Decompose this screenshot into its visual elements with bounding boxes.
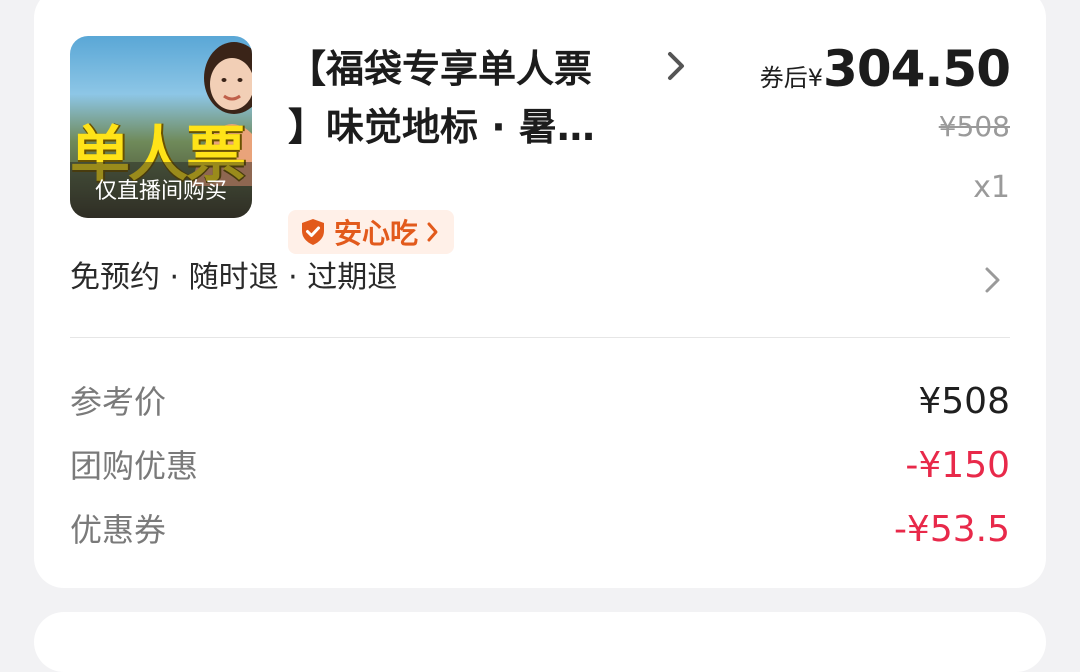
price-prefix: 券后¥: [759, 64, 824, 92]
product-title-line2: 】味觉地标 · 暑…: [288, 105, 595, 149]
breakdown-label: 团购优惠: [70, 447, 199, 485]
divider: [70, 337, 1010, 338]
product-title-line1: 【福袋专享单人票: [288, 47, 593, 91]
chevron-right-icon[interactable]: [662, 46, 690, 86]
price-value: 304.50: [823, 40, 1011, 98]
chevron-right-icon: [427, 222, 438, 242]
price-block: 券后¥ 304.50: [759, 40, 1011, 98]
next-card: [34, 612, 1046, 672]
breakdown-value: ¥508: [918, 381, 1010, 422]
shield-check-icon: [302, 219, 324, 245]
breakdown-row-group-discount: 团购优惠 -¥150: [70, 441, 1010, 491]
quantity: x1: [973, 170, 1010, 205]
product-thumbnail[interactable]: 单人票 仅直播间购买: [70, 36, 252, 218]
breakdown-row-coupon: 优惠券 -¥53.5: [70, 505, 1010, 555]
breakdown-label: 优惠券: [70, 511, 167, 549]
product-title[interactable]: 【福袋专享单人票 】味觉地标 · 暑…: [288, 40, 688, 156]
assurance-badge-label: 安心吃: [334, 217, 419, 250]
breakdown-value: -¥150: [905, 445, 1010, 486]
assurance-badge[interactable]: 安心吃: [288, 210, 455, 254]
chevron-right-icon[interactable]: [982, 264, 1004, 296]
refund-policy[interactable]: 免预约 · 随时退 · 过期退: [70, 256, 397, 300]
breakdown-value: -¥53.5: [893, 509, 1010, 550]
breakdown-label: 参考价: [70, 383, 167, 421]
original-price: ¥508: [938, 110, 1010, 143]
breakdown-row-reference-price: 参考价 ¥508: [70, 377, 1010, 427]
thumbnail-strip-label: 仅直播间购买: [94, 179, 227, 204]
